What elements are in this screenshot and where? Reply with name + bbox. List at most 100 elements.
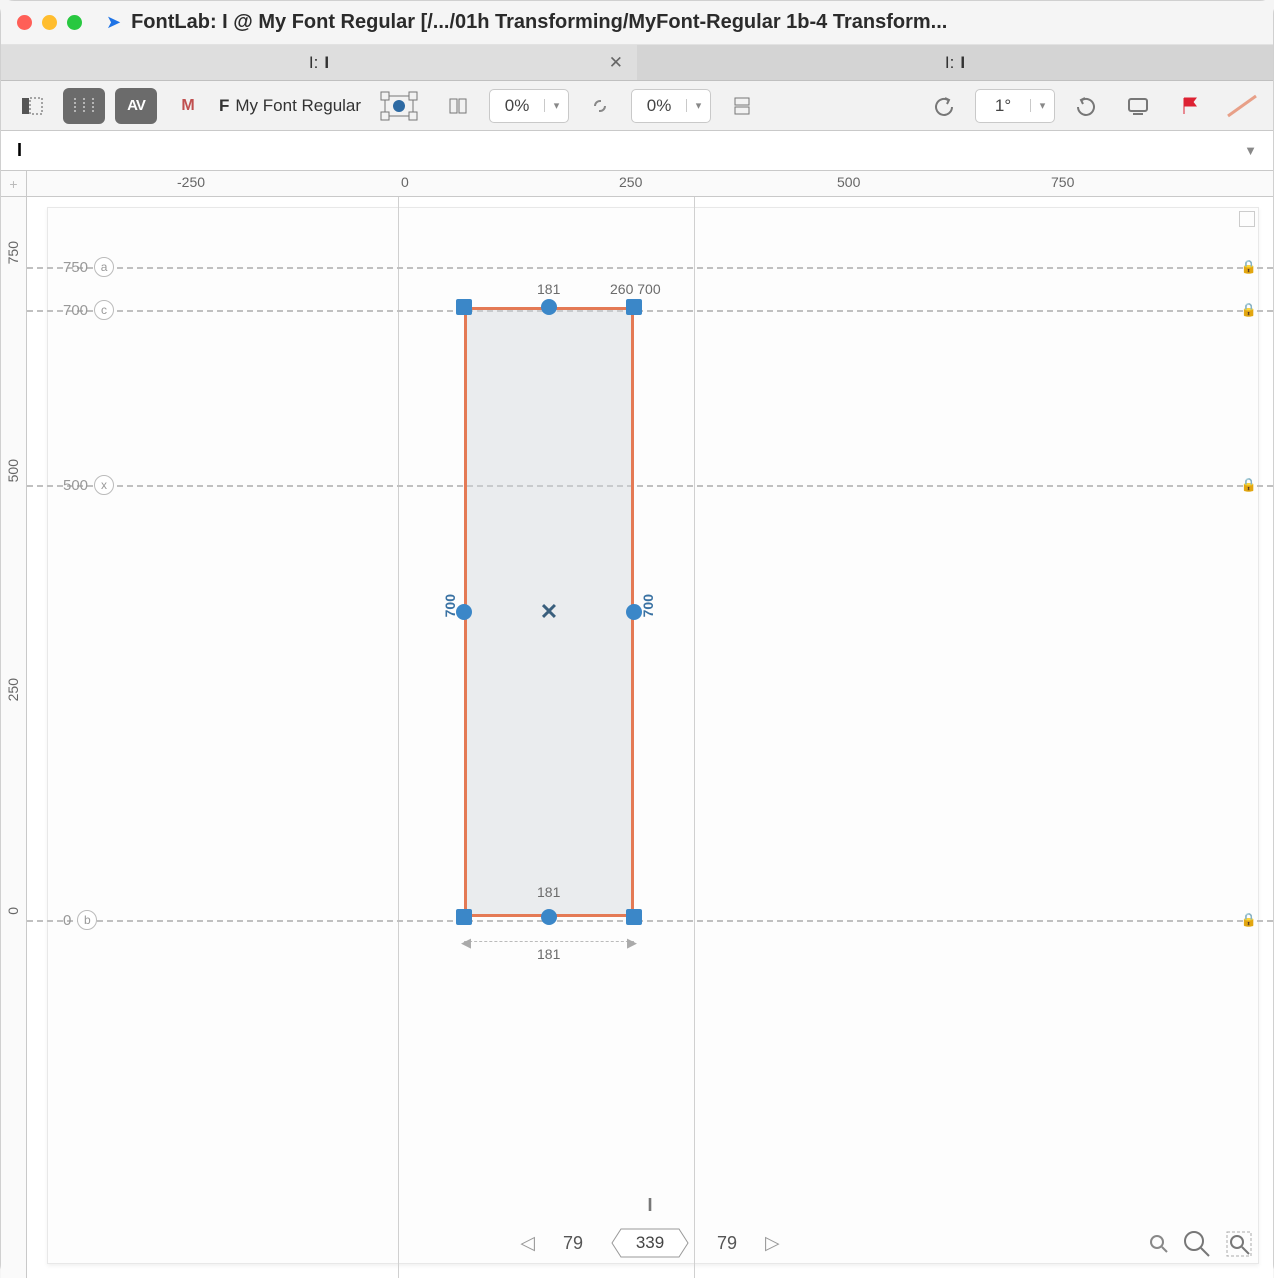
ruler-vertical[interactable]: 750 500 250 0 <box>1 197 27 1278</box>
center-cross-icon[interactable]: ✕ <box>540 599 558 625</box>
transform-origin-button[interactable] <box>371 88 427 124</box>
dim-bot-width-below: 181 <box>537 946 560 962</box>
right-sidebearing-line[interactable] <box>694 197 695 1278</box>
ruler-tick: 500 <box>837 174 860 190</box>
ruler-tick: 250 <box>619 174 642 190</box>
font-prefix: F <box>219 96 229 116</box>
tab-glyph-1[interactable]: I: I ✕ <box>1 45 637 80</box>
preview-text-bar: ▼ <box>1 131 1273 171</box>
ruler-tick: 750 <box>1051 174 1074 190</box>
guide-label: 500x <box>63 475 114 495</box>
font-name: My Font Regular <box>235 96 361 116</box>
advance-value: 339 <box>636 1233 664 1253</box>
ascender-guide[interactable] <box>27 267 1273 269</box>
ruler-horizontal[interactable]: -250 0 250 500 750 <box>27 171 1273 197</box>
tab-label: I: <box>309 53 318 73</box>
tab-strip: I: I ✕ I: I <box>1 45 1273 81</box>
dim-right-height: 700 <box>640 594 656 617</box>
rotate-field[interactable]: 1° ▾ <box>975 89 1055 123</box>
close-icon[interactable]: ✕ <box>609 53 623 73</box>
metrics-bar: ◁ 79 339 79 ▷ <box>27 1228 1273 1258</box>
ruler-tick: -250 <box>177 174 205 190</box>
chevron-down-icon[interactable]: ▾ <box>544 99 568 112</box>
guide-label: 750a <box>63 257 114 277</box>
ruler-tick: 0 <box>5 907 21 915</box>
tab-glyph-2[interactable]: I: I <box>637 45 1273 80</box>
corner-node[interactable] <box>626 299 642 315</box>
chevron-down-icon[interactable]: ▾ <box>686 99 710 112</box>
guide-label: 700c <box>63 300 114 320</box>
zoom-in-button[interactable] <box>1183 1230 1211 1258</box>
slant-v-value: 0% <box>632 96 686 116</box>
work-area: + -250 0 250 500 750 750 500 250 0 750a … <box>1 171 1273 1278</box>
lsb-value[interactable]: 79 <box>563 1233 583 1254</box>
advance-width[interactable]: 339 <box>611 1228 689 1258</box>
lock-icon[interactable]: 🔒 <box>1241 302 1257 318</box>
tab-label: I: <box>945 53 954 73</box>
baseline-guide[interactable] <box>27 920 1273 922</box>
traffic-close-icon[interactable] <box>17 15 32 30</box>
ruler-origin[interactable]: + <box>1 171 27 197</box>
metrics-label: M <box>181 97 194 115</box>
traffic-min-icon[interactable] <box>42 15 57 30</box>
tab-glyph-name: I <box>324 53 329 73</box>
lock-icon[interactable]: 🔒 <box>1241 912 1257 928</box>
capheight-guide[interactable] <box>27 310 1273 312</box>
lock-icon[interactable]: 🔒 <box>1241 259 1257 275</box>
traffic-max-icon[interactable] <box>67 15 82 30</box>
left-sidebearing-line[interactable] <box>398 197 399 1278</box>
preview-text-input[interactable] <box>11 135 1238 167</box>
glyph-canvas[interactable]: 750a 🔒 700c 🔒 500x 🔒 0b 🔒 ✕ 181 260 700 … <box>27 197 1273 1278</box>
chevron-down-icon[interactable]: ▾ <box>1030 99 1054 112</box>
flag-button[interactable] <box>1169 88 1211 124</box>
ruler-tick: 500 <box>5 459 21 482</box>
dim-left-height: 700 <box>442 594 458 617</box>
metrics-button[interactable]: M <box>167 88 209 124</box>
mid-node[interactable] <box>541 299 557 315</box>
tab-glyph-name: I <box>960 53 965 73</box>
window-title: FontLab: I @ My Font Regular [/.../01h T… <box>131 11 1257 34</box>
font-selector[interactable]: F My Font Regular <box>219 96 361 116</box>
chevron-down-icon[interactable]: ▼ <box>1238 137 1263 164</box>
rsb-value[interactable]: 79 <box>717 1233 737 1254</box>
xheight-guide[interactable] <box>27 485 1273 487</box>
artboard <box>47 207 1259 1264</box>
ruler-tick: 0 <box>401 174 409 190</box>
line-tool-button[interactable] <box>1221 88 1263 124</box>
corner-node[interactable] <box>456 299 472 315</box>
zoom-fit-button[interactable] <box>1225 1230 1253 1258</box>
mid-node[interactable] <box>541 909 557 925</box>
dim-top-right: 260 700 <box>610 281 661 297</box>
link-button[interactable] <box>579 88 621 124</box>
glyph-name-marker: I <box>647 1195 652 1216</box>
lock-icon[interactable]: 🔒 <box>1241 477 1257 493</box>
sidebar-toggle-icon[interactable] <box>11 88 53 124</box>
rotate-value: 1° <box>976 96 1030 116</box>
dim-bot-width-above: 181 <box>537 884 560 900</box>
screen-button[interactable] <box>1117 88 1159 124</box>
corner-node[interactable] <box>456 909 472 925</box>
kerning-button[interactable]: AV <box>115 88 157 124</box>
ruler-tick: 750 <box>5 241 21 264</box>
mid-node[interactable] <box>456 604 472 620</box>
corner-node[interactable] <box>626 909 642 925</box>
slant-v-field[interactable]: 0% ▾ <box>631 89 711 123</box>
toolbar: AV M F My Font Regular 0% ▾ 0% ▾ 1° ▾ <box>1 81 1273 131</box>
slant-h-value: 0% <box>490 96 544 116</box>
flip-h-button[interactable] <box>437 88 479 124</box>
next-glyph-button[interactable]: ▷ <box>765 1232 780 1255</box>
slant-h-field[interactable]: 0% ▾ <box>489 89 569 123</box>
guide-label: 0b <box>63 910 97 930</box>
guides-button[interactable] <box>63 88 105 124</box>
corner-widget[interactable] <box>1239 211 1255 227</box>
rotate-cw-button[interactable] <box>1065 88 1107 124</box>
glyph-shape[interactable]: ✕ 181 260 700 700 700 181 <box>464 307 634 917</box>
rotate-ccw-button[interactable] <box>923 88 965 124</box>
dim-top-width: 181 <box>537 281 560 297</box>
zoom-controls <box>1149 1230 1253 1258</box>
title-bar: ➤ FontLab: I @ My Font Regular [/.../01h… <box>1 1 1273 45</box>
width-dimension: ◀▶ 181 <box>464 932 634 952</box>
zoom-out-button[interactable] <box>1149 1234 1169 1254</box>
prev-glyph-button[interactable]: ◁ <box>520 1232 535 1255</box>
flip-v-button[interactable] <box>721 88 763 124</box>
